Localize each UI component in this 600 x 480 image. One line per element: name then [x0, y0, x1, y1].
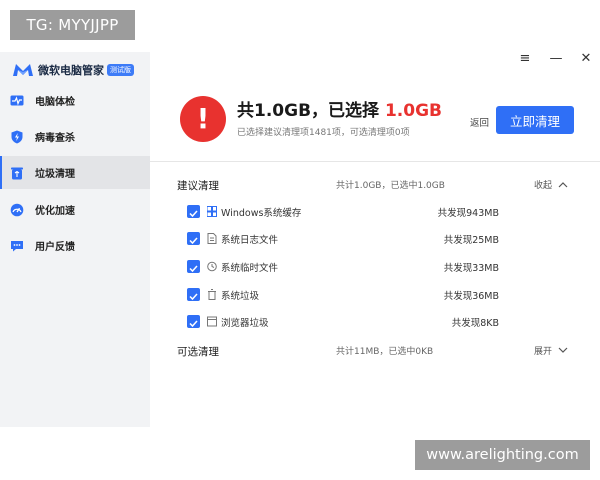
- item-size: 共发现943MB: [437, 208, 499, 219]
- brand: 微软电脑管家 测试版: [12, 60, 134, 80]
- checkbox[interactable]: [187, 205, 200, 218]
- expand-label: 展开: [534, 347, 553, 357]
- headline-prefix: 共1.0GB，已选择: [237, 101, 385, 121]
- clock-icon: [207, 261, 217, 272]
- sidebar-item-virus-scan[interactable]: 病毒查杀: [0, 120, 150, 153]
- menu-button[interactable]: ≡: [517, 51, 533, 67]
- sidebar-item-label: 垃圾清理: [35, 169, 75, 180]
- speedometer-icon: [10, 203, 24, 216]
- trash-icon: [11, 167, 23, 179]
- check-icon: [189, 320, 198, 328]
- back-link[interactable]: 返回: [470, 115, 489, 129]
- close-button[interactable]: ✕: [578, 51, 594, 67]
- checkbox[interactable]: [187, 288, 200, 301]
- selection-detail: 已选择建议清理项1481项，可选清理项0项: [237, 128, 410, 138]
- watermark-bottom: www.arelighting.com: [415, 440, 590, 470]
- chevron-down-icon: [558, 347, 568, 353]
- list-item: 系统日志文件 共发现25MB: [187, 230, 507, 248]
- sidebar-item-label: 优化加速: [35, 206, 75, 217]
- sidebar-item-optimize[interactable]: 优化加速: [0, 193, 150, 226]
- check-icon: [189, 210, 198, 218]
- list-item: 系统垃圾 共发现36MB: [187, 286, 507, 304]
- total-size-headline: 共1.0GB，已选择 1.0GB: [237, 96, 442, 121]
- collapse-label: 收起: [534, 181, 553, 191]
- item-label: 系统临时文件: [221, 263, 279, 274]
- expand-toggle[interactable]: 展开: [534, 344, 568, 357]
- pulse-monitor-icon: [10, 95, 24, 105]
- sidebar-item-label: 用户反馈: [35, 242, 75, 253]
- clean-now-button[interactable]: 立即清理: [496, 106, 574, 134]
- collapse-toggle[interactable]: 收起: [534, 178, 568, 191]
- sidebar-item-junk-cleanup[interactable]: 垃圾清理: [0, 156, 150, 189]
- divider: [150, 161, 600, 162]
- shield-bolt-icon: [11, 130, 23, 143]
- sidebar-item-label: 病毒查杀: [35, 133, 75, 144]
- warning-icon: !: [180, 96, 226, 142]
- sidebar-item-label: 电脑体检: [35, 97, 75, 108]
- document-icon: [207, 233, 217, 244]
- check-icon: [189, 237, 198, 245]
- optional-section-title: 可选清理: [177, 346, 219, 358]
- brand-name: 微软电脑管家: [38, 64, 104, 77]
- selected-size: 1.0GB: [384, 101, 442, 121]
- item-label: Windows系统缓存: [221, 208, 302, 219]
- chat-bubble-icon: [11, 240, 23, 251]
- item-label: 系统垃圾: [221, 291, 260, 302]
- optional-section-summary: 共计11MB，已选中0KB: [336, 347, 434, 357]
- item-size: 共发现36MB: [443, 291, 499, 302]
- checkbox[interactable]: [187, 260, 200, 273]
- bin-icon: [208, 289, 216, 300]
- list-item: 系统临时文件 共发现33MB: [187, 258, 507, 276]
- sidebar-item-pc-checkup[interactable]: 电脑体检: [0, 84, 150, 117]
- chevron-up-icon: [558, 182, 568, 188]
- item-size: 共发现25MB: [443, 235, 499, 246]
- brand-badge: 测试版: [107, 64, 134, 76]
- checkbox[interactable]: [187, 315, 200, 328]
- item-size: 共发现33MB: [443, 263, 499, 274]
- list-item: 浏览器垃圾 共发现8KB: [187, 313, 507, 331]
- item-size: 共发现8KB: [451, 318, 499, 329]
- sidebar-item-feedback[interactable]: 用户反馈: [0, 229, 150, 262]
- checkbox[interactable]: [187, 232, 200, 245]
- check-icon: [189, 265, 198, 273]
- recommended-section-summary: 共计1.0GB，已选中1.0GB: [336, 181, 445, 191]
- minimize-button[interactable]: —: [548, 51, 564, 67]
- watermark-top: TG: MYYJJPP: [10, 10, 135, 40]
- item-label: 系统日志文件: [221, 235, 279, 246]
- browser-icon: [207, 316, 217, 327]
- brand-logo-icon: [13, 64, 33, 76]
- recommended-section-title: 建议清理: [177, 180, 219, 192]
- item-label: 浏览器垃圾: [221, 318, 269, 329]
- sidebar: 微软电脑管家 测试版 电脑体检 病毒查杀 垃圾清理 优化加速 用户反馈: [0, 52, 150, 427]
- check-icon: [189, 293, 198, 301]
- windows-icon: [207, 206, 217, 217]
- list-item: Windows系统缓存 共发现943MB: [187, 203, 507, 221]
